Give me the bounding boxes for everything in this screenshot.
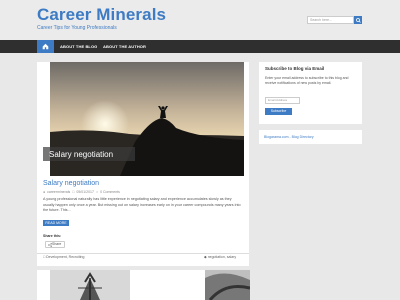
post-categories: □ Development, Recruiting [43,255,84,259]
post-2-image-right [205,270,250,300]
folder-icon: □ [43,255,46,259]
subscribe-description: Enter your email address to subscribe to… [265,76,349,85]
image-caption: Salary negotiation [49,150,114,159]
site-tagline: Career Tips for Young Professionals [37,25,117,31]
post-categories-links[interactable]: Development, Recruiting [46,255,84,259]
calendar-icon: □ [72,190,75,194]
read-more-button[interactable]: READ MORE [43,220,69,226]
search-button[interactable] [354,16,362,24]
user-icon: ● [43,190,46,194]
search-input[interactable]: Search here... [307,16,354,24]
subscribe-button[interactable]: Subscribe [265,108,292,115]
tag-icon: ◆ [204,255,207,259]
post-2-image[interactable] [50,270,130,300]
search-icon [355,17,361,23]
post-tags-links[interactable]: negotiation, salary [208,255,236,259]
share-button[interactable]: Share [45,241,65,248]
site-title[interactable]: Career Minerals [37,5,166,25]
share-icon [47,243,52,248]
email-field[interactable]: Email Address [265,97,300,104]
subscribe-title: Subscribe to Blog via Email [265,66,325,71]
home-icon [42,43,49,50]
nav-home-button[interactable] [37,40,54,53]
post-author[interactable]: careerminerals [47,190,70,194]
post-tags: ◆ negotiation, salary [204,255,236,259]
comment-icon: ○ [95,190,99,194]
nav-item-about-author[interactable]: ABOUT THE AUTHOR [103,44,146,49]
post-title[interactable]: Salary negotiation [43,180,99,187]
post-date: 05/01/2017 [76,190,94,194]
post-excerpt: A young professional naturally has littl… [43,197,241,212]
post-comments[interactable]: 0 Comments [100,190,120,194]
blog-directory-link[interactable]: Blogarama.com - Blog Directory [264,135,314,139]
nav-item-about-blog[interactable]: ABOUT THE BLOG [60,44,97,49]
post-meta: ● careerminerals □ 05/01/2017 ○ 0 Commen… [43,190,120,194]
share-label: Share this: [43,234,62,238]
share-button-label: Share [52,242,62,246]
